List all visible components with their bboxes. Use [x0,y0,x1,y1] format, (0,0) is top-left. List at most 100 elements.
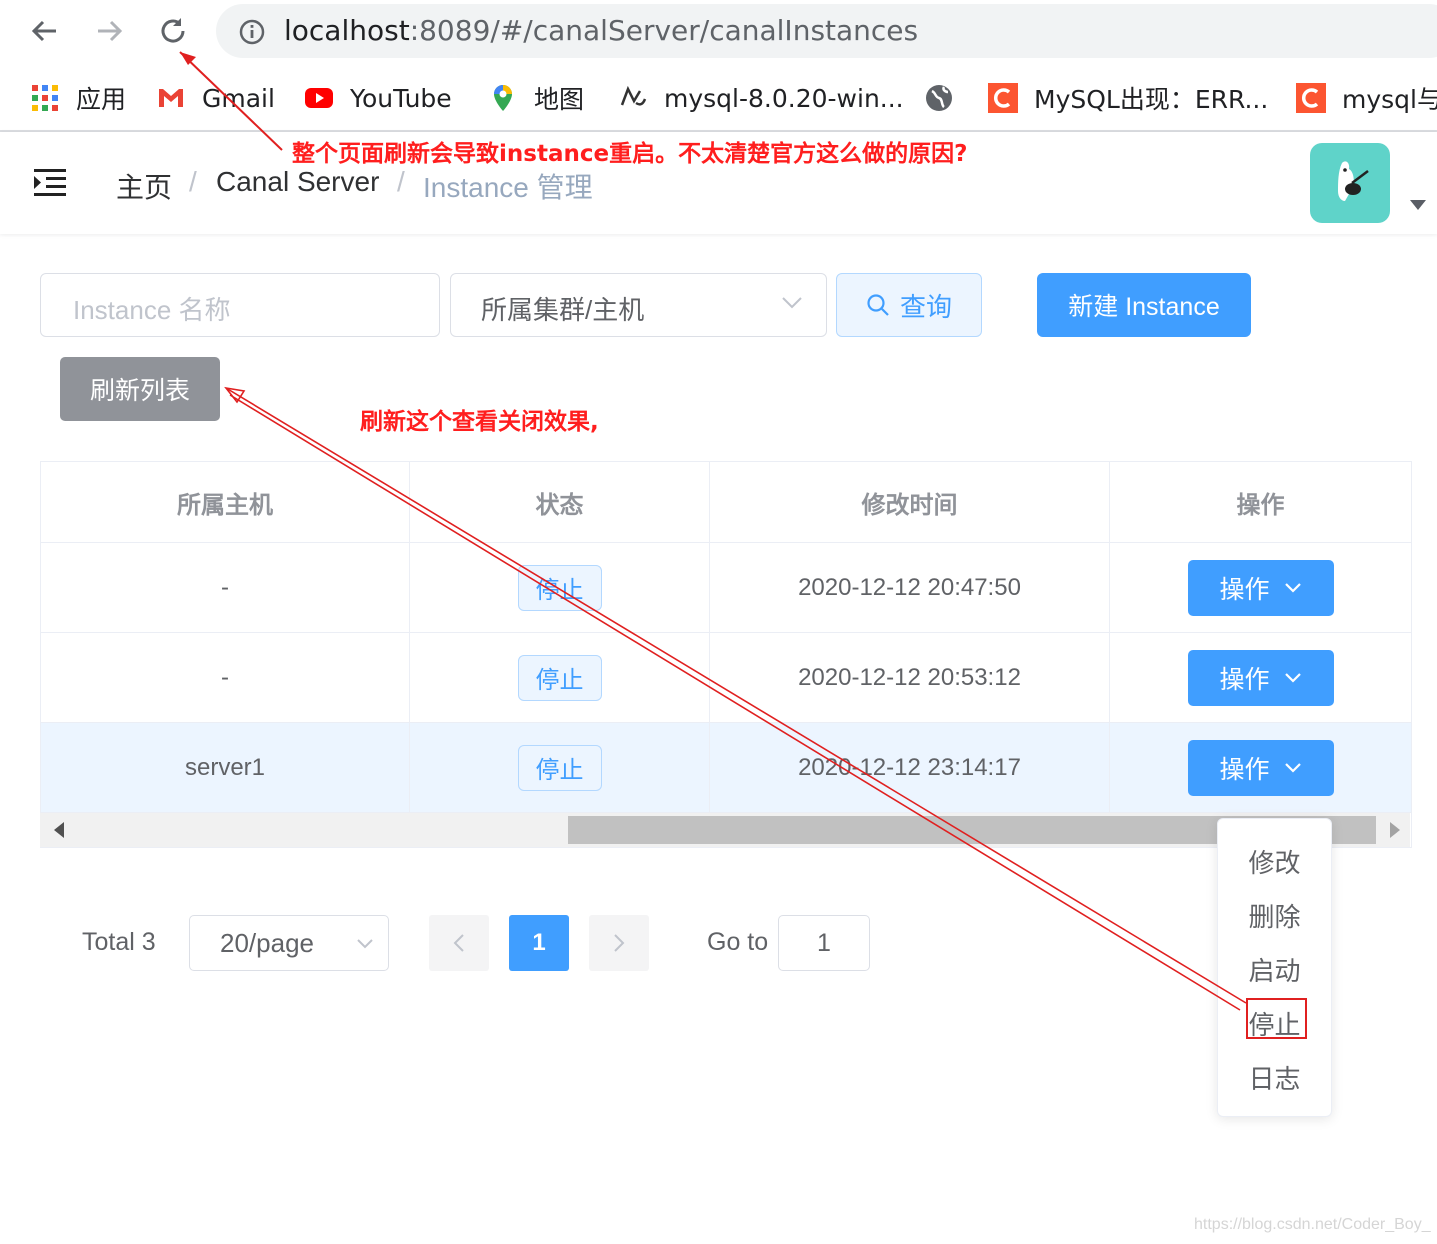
bookmark-youtube[interactable]: YouTube [304,78,452,118]
bookmark-label: 地图 [534,85,585,114]
menu-item-start[interactable]: 启动 [1218,951,1331,988]
chevron-right-icon [614,934,625,952]
globe-icon [926,85,952,111]
actions-button-label: 操作 [1219,575,1270,604]
avatar-image-icon [1338,161,1369,201]
table-cell-modified: 2020-12-12 20:53:12 [710,633,1110,723]
table-cell-status: 停止 [410,543,710,633]
page-number-current[interactable]: 1 [509,915,569,971]
bookmark-mysql-download[interactable]: mysql-8.0.20-win... [618,78,904,118]
breadcrumb-separator: / [397,166,405,197]
refresh-list-button-label: 刷新列表 [89,377,190,405]
bookmark-label: mysql-8.0.20-win... [664,83,904,113]
actions-dropdown-button[interactable]: 操作 [1187,559,1334,616]
breadcrumb-separator: / [189,166,197,197]
url-text[interactable]: localhost:8089/#/canalServer/canalInstan… [284,14,918,47]
column-header-modified: 修改时间 [710,462,1110,543]
bookmark-site-icon [620,85,647,106]
breadcrumb-canal-server[interactable]: Canal Server [216,166,379,198]
breadcrumb-current: Instance 管理 [423,172,593,203]
reload-icon[interactable] [156,14,190,48]
actions-dropdown-button[interactable]: 操作 [1187,649,1334,706]
back-arrow-icon[interactable] [28,14,62,48]
breadcrumb-home[interactable]: 主页 [116,166,172,206]
bookmark-globe[interactable] [924,78,970,118]
scroll-left-icon[interactable] [54,822,66,838]
bookmark-label: mysql与 [1342,85,1437,114]
query-button-label: 查询 [899,291,952,322]
bookmark-mysql-and[interactable]: mysql与 [1296,78,1437,118]
cluster-host-select-text: 所属集群/主机 [481,295,645,325]
goto-page-input[interactable]: 1 [778,915,870,971]
youtube-icon [305,88,333,108]
column-header-actions: 操作 [1110,462,1411,543]
prev-page-button[interactable] [429,915,489,971]
query-button[interactable]: 查询 [836,273,982,337]
stop-highlight-box [1246,998,1307,1039]
chevron-left-icon [453,934,464,952]
table-cell-modified: 2020-12-12 23:14:17 [710,723,1110,813]
status-badge: 停止 [517,654,602,701]
menu-item-delete[interactable]: 删除 [1218,897,1331,934]
chevron-down-icon [782,297,802,309]
actions-dropdown-menu: 修改 删除 启动 停止 日志 [1217,818,1332,1117]
status-badge: 停止 [517,564,602,611]
annotation-refresh-note: 刷新这个查看关闭效果, [360,409,599,435]
bookmark-gmail[interactable]: Gmail [156,78,275,118]
page-size-text: 20/page [220,928,314,958]
table-cell-actions: 操作 [1110,633,1411,723]
pagination-total: Total 3 [82,928,156,956]
chevron-down-icon [1284,762,1301,773]
avatar[interactable] [1310,143,1390,223]
bookmark-maps[interactable]: 地图 [488,78,584,118]
bookmark-label: YouTube [350,83,452,113]
table-cell-host: server1 [41,723,410,813]
new-instance-button-label: 新建 Instance [1068,293,1220,321]
bookmark-label: Gmail [202,83,275,113]
column-header-host: 所属主机 [41,462,410,543]
actions-button-label: 操作 [1219,755,1270,784]
forward-arrow-icon[interactable] [92,14,126,48]
page-size-select[interactable]: 20/page [189,915,389,971]
table-cell-host: - [41,633,410,723]
instance-table: 所属主机 状态 修改时间 操作 - 停止 2020-12-12 20:47:50… [40,461,1412,848]
chevron-down-icon [1284,582,1301,593]
refresh-list-button[interactable]: 刷新列表 [60,357,220,421]
table-cell-status: 停止 [410,723,710,813]
chevron-down-icon [1284,672,1301,683]
url-host: localhost [284,14,410,47]
csdn-c-icon [988,83,1018,113]
bookmark-label: MySQL出现：ERR... [1034,85,1269,114]
table-cell-host: - [41,543,410,633]
url-path: :8089/#/canalServer/canalInstances [409,14,919,47]
scroll-right-icon[interactable] [1388,822,1400,838]
status-badge: 停止 [517,744,602,791]
menu-item-log[interactable]: 日志 [1218,1059,1331,1096]
csdn-c-icon [1296,83,1326,113]
instance-name-placeholder: Instance 名称 [73,295,231,325]
menu-item-edit[interactable]: 修改 [1218,843,1331,880]
cluster-host-select[interactable]: 所属集群/主机 [450,273,827,337]
info-icon[interactable] [238,18,266,46]
menu-fold-icon[interactable] [34,168,68,198]
table-cell-modified: 2020-12-12 20:47:50 [710,543,1110,633]
gmail-icon [159,89,183,107]
goto-label: Go to [707,928,769,956]
actions-dropdown-button[interactable]: 操作 [1187,739,1334,796]
apps-grid-icon [32,85,58,111]
bookmark-apps[interactable]: 应用 [30,78,126,118]
new-instance-button[interactable]: 新建 Instance [1037,273,1251,337]
table-cell-status: 停止 [410,633,710,723]
table-cell-actions: 操作 [1110,543,1411,633]
next-page-button[interactable] [589,915,649,971]
actions-button-label: 操作 [1219,665,1270,694]
column-header-status: 状态 [410,462,710,543]
annotation-top-note: 整个页面刷新会导致instance重启。不太清楚官方这么做的原因? [292,141,968,167]
instance-name-input[interactable]: Instance 名称 [40,273,440,337]
chevron-down-icon [357,939,373,949]
caret-down-icon[interactable] [1410,200,1426,210]
browser-chrome: localhost:8089/#/canalServer/canalInstan… [0,0,1437,130]
bookmark-label: 应用 [76,85,127,114]
bookmark-mysql-error[interactable]: MySQL出现：ERR... [988,78,1268,118]
maps-pin-icon [494,85,512,111]
